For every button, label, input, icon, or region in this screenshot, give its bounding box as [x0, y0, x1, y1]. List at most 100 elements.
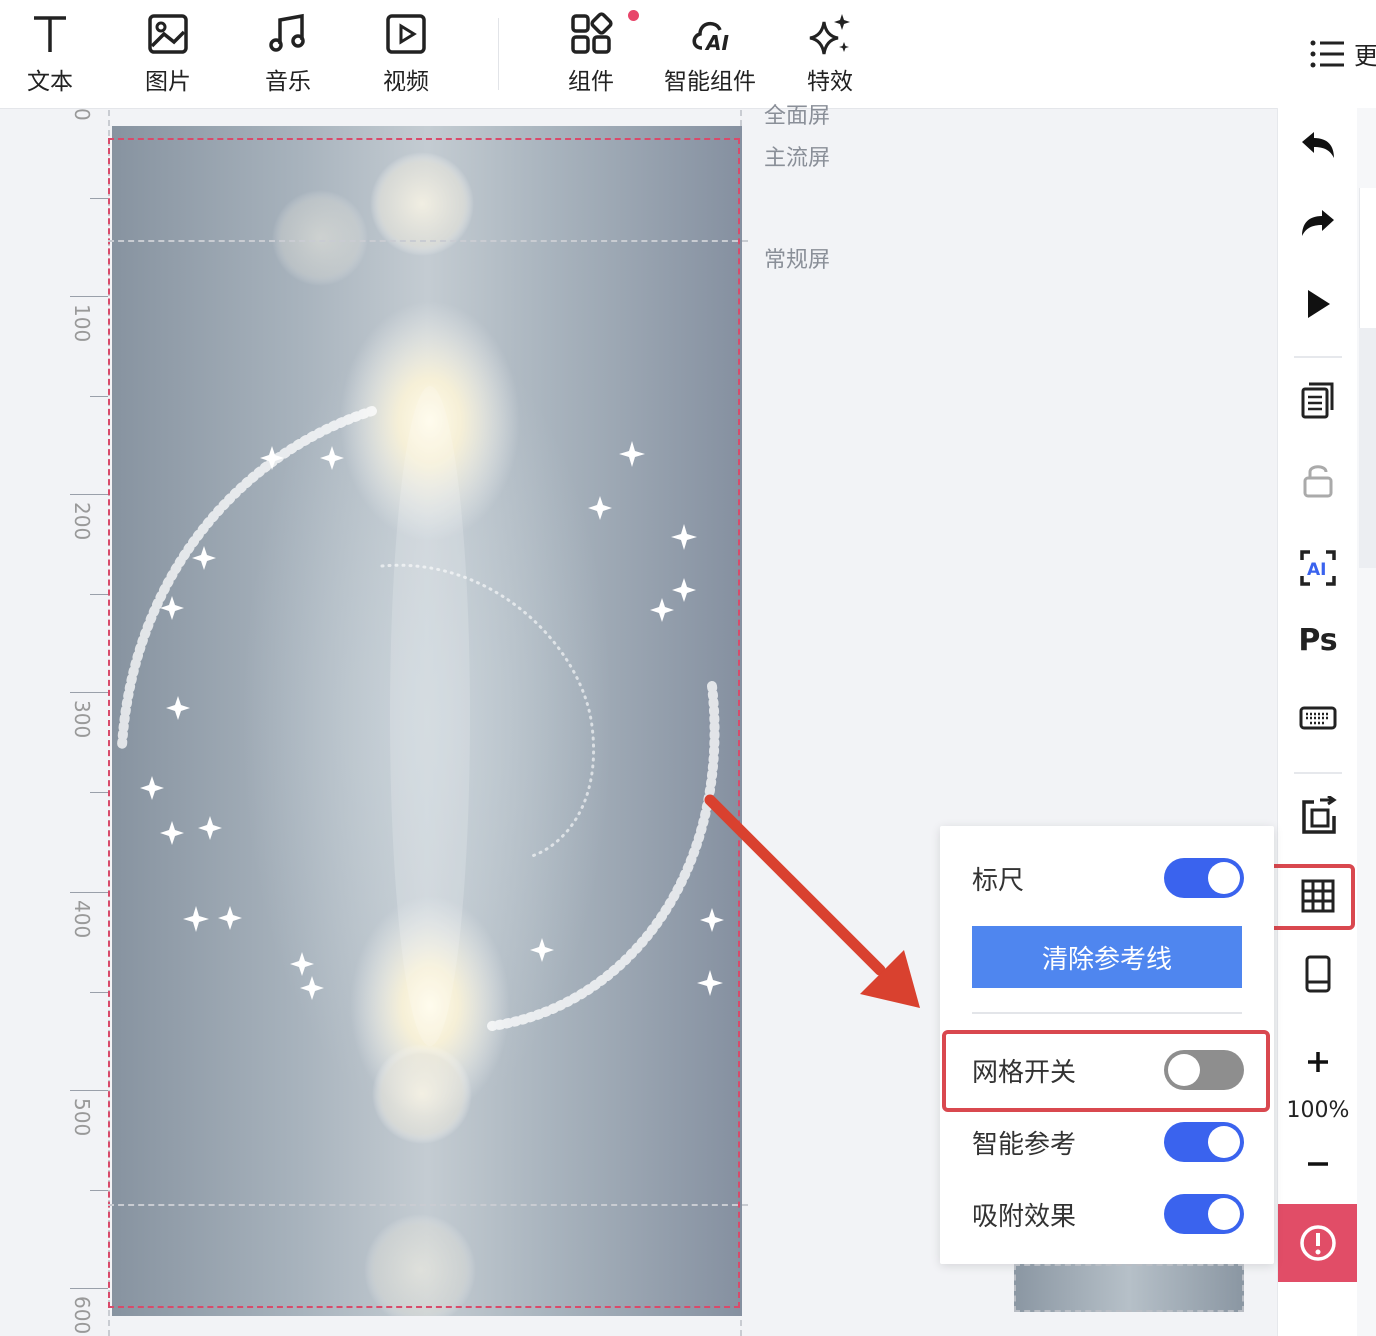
ruler-tick: [70, 692, 108, 693]
tool-label: 图片: [145, 69, 191, 95]
ruler-tick: [90, 396, 108, 397]
light-sparkle-artwork: [117, 152, 724, 1316]
tool-label: 音乐: [265, 69, 311, 95]
more-label: 更: [1354, 42, 1376, 70]
popover-divider: [972, 1012, 1242, 1014]
redo-button[interactable]: [1294, 200, 1342, 248]
tool-video[interactable]: 视频: [358, 12, 454, 102]
smart-reference-row: 智能参考: [972, 1120, 1244, 1164]
ruler-tick: [90, 992, 108, 993]
toggle-knob: [1208, 1198, 1240, 1230]
ai-label: AI: [1307, 560, 1326, 580]
clear-guides-button[interactable]: 清除参考线: [972, 926, 1242, 988]
preview-button[interactable]: [1294, 280, 1342, 328]
panel-edge-strip: [1359, 188, 1376, 328]
ruler-toggle[interactable]: [1164, 858, 1244, 898]
ruler-label: 200: [70, 502, 94, 541]
grid-row-highlight: [942, 1030, 1270, 1112]
ruler-tick: [70, 1090, 108, 1091]
notification-dot: [628, 10, 639, 21]
ruler-label: 500: [70, 1098, 94, 1137]
regular-screen-guide: [108, 240, 748, 242]
artboard-background-image[interactable]: [112, 126, 742, 1316]
properties-panel-edge: [1357, 108, 1376, 1336]
ps-icon: Ps: [1298, 622, 1338, 658]
ruler-tick: [70, 892, 108, 893]
ruler-tick: [70, 296, 108, 297]
sparkle-icon: [809, 14, 850, 55]
device-icon: [1305, 955, 1331, 993]
zoom-in-icon: [1308, 1052, 1328, 1072]
smart-reference-toggle[interactable]: [1164, 1122, 1244, 1162]
ruler-setting-row: 标尺: [972, 856, 1244, 900]
list-icon: [1310, 40, 1344, 67]
tool-label: 智能组件: [664, 69, 756, 95]
ruler-tick: [90, 198, 108, 199]
tool-components[interactable]: 组件: [543, 12, 639, 102]
tool-smart-components[interactable]: AI 智能组件: [662, 12, 758, 102]
lock-icon: [1303, 465, 1333, 498]
ai-scan-button[interactable]: AI: [1294, 544, 1342, 592]
annotation-arrow: [704, 794, 920, 1008]
ruler-label: 0: [70, 108, 94, 121]
ruler-label: 300: [70, 700, 94, 739]
toggle-knob: [1208, 862, 1240, 894]
tool-image[interactable]: 图片: [120, 12, 216, 102]
play-icon: [1308, 290, 1330, 318]
warning-icon: [1300, 1225, 1336, 1261]
keyboard-shortcuts-button[interactable]: [1294, 694, 1342, 742]
snap-effect-toggle[interactable]: [1164, 1194, 1244, 1234]
rail-separator: [1294, 356, 1342, 358]
regular-screen-label: 常规屏: [764, 248, 831, 273]
vertical-ruler: 0 100 200 300 400 500 600: [62, 108, 108, 1336]
ai-scan-icon: AI: [1300, 550, 1336, 586]
ruler-tick: [90, 1190, 108, 1191]
tool-music[interactable]: 音乐: [240, 12, 336, 102]
zoom-out-button[interactable]: [1294, 1140, 1342, 1188]
replace-icon: [1302, 796, 1337, 834]
right-tool-rail: AI Ps 100%: [1277, 108, 1358, 1336]
ps-import-button[interactable]: Ps: [1294, 616, 1342, 664]
tool-label: 组件: [568, 69, 614, 95]
music-icon: [269, 13, 305, 52]
tool-label: 视频: [383, 69, 429, 95]
smart-reference-label: 智能参考: [972, 1129, 1077, 1160]
top-toolbar: 文本 图片 音乐 视频 组件 AI 智能组件 特效 更: [0, 0, 1376, 109]
undo-button[interactable]: [1294, 122, 1342, 170]
toggle-knob: [1208, 1126, 1240, 1158]
ruler-tick: [90, 792, 108, 793]
device-preview-button[interactable]: [1294, 950, 1342, 998]
snap-effect-row: 吸附效果: [972, 1192, 1244, 1236]
more-menu[interactable]: 更: [1310, 36, 1376, 71]
image-icon: [148, 14, 188, 54]
zoom-level: 100%: [1286, 1098, 1350, 1123]
guide-line: [108, 110, 110, 1336]
panel-edge-strip: [1359, 328, 1376, 568]
mainstream-screen-label: 主流屏: [764, 146, 831, 171]
video-icon: [386, 14, 426, 54]
tool-label: 文本: [27, 69, 73, 95]
replace-button[interactable]: [1294, 792, 1342, 840]
ruler-label: 标尺: [972, 865, 1025, 896]
pages-icon: [1301, 382, 1334, 419]
undo-icon: [1302, 132, 1334, 158]
bottom-guide: [108, 1204, 748, 1206]
tool-effects[interactable]: 特效: [782, 12, 878, 102]
lock-button[interactable]: [1294, 456, 1342, 504]
zoom-in-button[interactable]: [1294, 1038, 1342, 1086]
ruler-tick: [70, 1288, 108, 1289]
design-canvas[interactable]: [108, 110, 748, 1336]
zoom-out-icon: [1308, 1162, 1328, 1166]
ruler-tick: [70, 494, 108, 495]
pages-button[interactable]: [1294, 376, 1342, 424]
rail-separator: [1294, 772, 1342, 774]
issue-report-button[interactable]: [1278, 1204, 1358, 1282]
ruler-label: 100: [70, 304, 94, 343]
toolbar-divider: [498, 18, 499, 90]
redo-icon: [1302, 210, 1334, 236]
ruler-tick: [90, 594, 108, 595]
grid-button-highlight: [1263, 864, 1355, 930]
page-thumbnail[interactable]: [1014, 1264, 1244, 1312]
tool-text[interactable]: 文本: [2, 12, 98, 102]
svg-text:AI: AI: [704, 31, 729, 55]
